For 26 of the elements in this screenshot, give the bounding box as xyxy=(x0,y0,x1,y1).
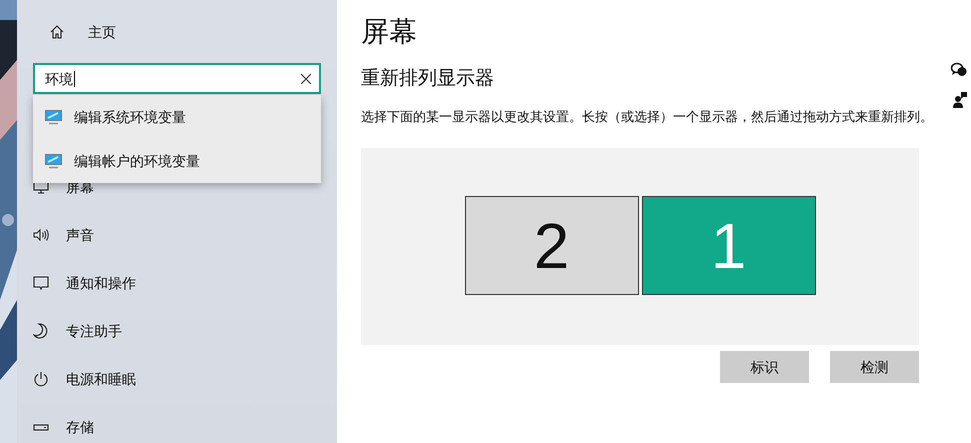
nav-item[interactable]: 声音 xyxy=(66,224,94,246)
moon-icon xyxy=(33,323,49,339)
nav-item[interactable]: 电源和睡眠 xyxy=(66,368,136,390)
search-field[interactable]: 环境 xyxy=(33,63,321,94)
action-button[interactable]: 检测 xyxy=(830,351,919,383)
action-button[interactable]: 标识 xyxy=(720,351,809,383)
monitor-icon xyxy=(45,110,62,124)
section-heading: 重新排列显示器 xyxy=(361,67,494,91)
speaker-icon xyxy=(33,227,49,243)
suggestion-item[interactable]: 编辑系统环境变量 xyxy=(33,95,321,139)
nav-item[interactable]: 通知和操作 xyxy=(66,272,136,294)
speech-bubble-icon xyxy=(33,275,49,291)
search-text: 环境 xyxy=(45,70,75,86)
close-icon[interactable] xyxy=(301,74,311,84)
power-icon xyxy=(33,371,49,387)
feedback-person-icon[interactable] xyxy=(953,91,967,108)
nav-item[interactable]: 专注助手 xyxy=(66,320,122,342)
help-chat-icon[interactable] xyxy=(951,62,967,77)
description-text: 选择下面的某一显示器以更改其设置。长按（或选择）一个显示器，然后通过拖动方式来重新排列。 xyxy=(361,108,934,126)
monitor-icon xyxy=(45,154,62,168)
home-link[interactable]: 主页 xyxy=(88,22,116,42)
home-icon xyxy=(50,25,64,39)
suggestion-item[interactable]: 编辑帐户的环境变量 xyxy=(33,139,321,183)
nav-item[interactable]: 存储 xyxy=(66,416,94,438)
page-title: 屏幕 xyxy=(361,15,418,49)
monitor-tile[interactable]: 2 xyxy=(464,196,638,295)
